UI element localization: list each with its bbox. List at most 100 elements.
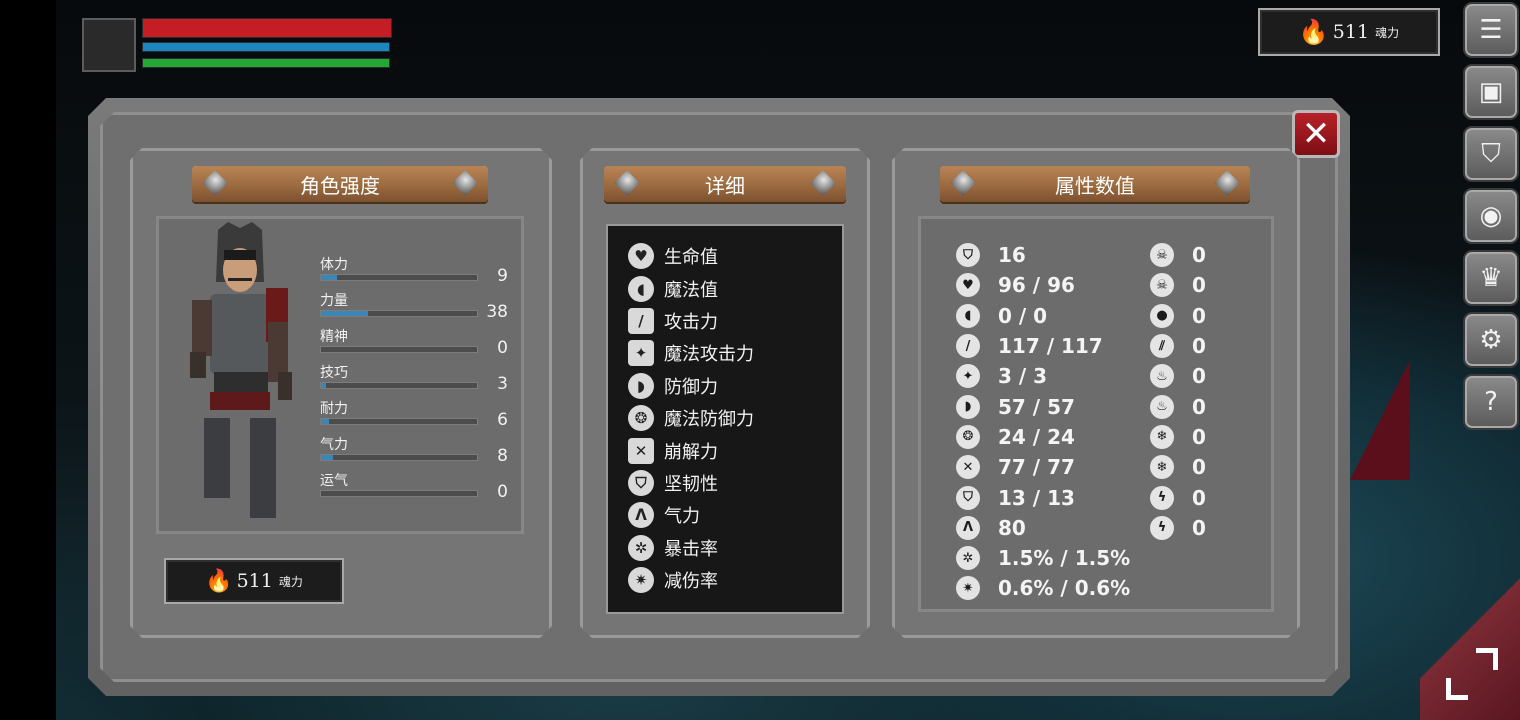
equipment-button[interactable]: ⛉ <box>1463 126 1519 182</box>
attribute-value: 1.5% / 1.5% <box>998 546 1131 571</box>
settings-button[interactable]: ⚙ <box>1463 312 1519 368</box>
stat-bar <box>320 274 478 281</box>
stat-label: 精神 <box>320 329 348 345</box>
rivet-icon <box>950 170 976 196</box>
rivet-icon <box>1214 170 1240 196</box>
detail-label: 生命值 <box>664 247 718 269</box>
shield-icon: ◗ <box>628 372 654 399</box>
strength-title: 角色强度 <box>300 173 380 198</box>
detail-label: 防御力 <box>664 376 718 398</box>
attribute-value: 0 <box>1192 364 1206 389</box>
stat-row: 力量 38 <box>320 290 510 322</box>
attribute-title: 属性数值 <box>1055 173 1135 198</box>
poison-skull-icon: ☠ <box>1150 243 1174 268</box>
stat-label: 气力 <box>320 437 348 453</box>
stamina-bar <box>142 58 390 68</box>
stat-row: 精神 0 <box>320 326 510 358</box>
stat-bar-fill <box>321 419 329 424</box>
stat-value: 9 <box>497 266 508 286</box>
attribute-value: 80 <box>998 515 1026 540</box>
rivet-icon <box>452 170 478 196</box>
screen-edge <box>0 0 56 720</box>
menu-list-button[interactable]: ☰ <box>1463 2 1519 58</box>
stat-bar <box>320 490 478 497</box>
stat-value: 0 <box>497 338 508 358</box>
detail-row: ◖ 魔法值 <box>628 272 842 304</box>
blood-drop-icon: ● <box>1150 303 1174 328</box>
stat-row: 耐力 6 <box>320 398 510 430</box>
attribute-row: / 117 / 117 <box>956 331 1146 361</box>
stat-label: 运气 <box>320 473 348 489</box>
attribute-row: ⫽ 0 <box>1150 331 1250 361</box>
stat-label: 体力 <box>320 257 348 273</box>
stat-bar-fill <box>321 275 337 280</box>
soul-counter: 🔥 511 魂力 <box>1258 8 1440 56</box>
head-icon: ◖ <box>628 275 654 302</box>
toughness-icon: ⛉ <box>956 485 980 510</box>
soul-value: 511 <box>1332 21 1370 43</box>
attribute-row: ᐱ 80 <box>956 513 1146 543</box>
helmet-icon: ⛉ <box>1481 138 1501 169</box>
attribute-row: ♨ 0 <box>1150 361 1250 391</box>
attribute-row: ♨ 0 <box>1150 391 1250 421</box>
stat-value: 3 <box>497 374 508 394</box>
fullscreen-icon <box>1476 648 1498 670</box>
detail-row: ⛉ 坚韧性 <box>628 467 842 499</box>
player-portrait <box>82 18 136 72</box>
attribute-value: 13 / 13 <box>998 485 1075 510</box>
break-icon: ✕ <box>956 455 980 480</box>
attribute-row: ✲ 1.5% / 1.5% <box>956 543 1146 573</box>
stat-row: 体力 9 <box>320 254 510 286</box>
rivet-icon <box>614 170 640 196</box>
detail-label: 魔法防御力 <box>664 409 754 431</box>
crown-button[interactable]: ♛ <box>1463 250 1519 306</box>
fire-icon: 🔥 <box>1298 18 1329 46</box>
stat-row: 气力 8 <box>320 434 510 466</box>
damage-reduction-icon: ✷ <box>956 576 980 601</box>
soul-value: 511 <box>236 570 273 592</box>
helmet-icon: ⛉ <box>956 243 980 268</box>
detail-title-plank: 详细 <box>604 166 846 202</box>
critical-icon: ✲ <box>628 534 654 561</box>
stat-bar <box>320 418 478 425</box>
fullscreen-icon <box>1446 678 1468 700</box>
scene-shard <box>1350 360 1410 480</box>
lightning-icon: ϟ <box>1150 485 1174 510</box>
detail-label: 魔法攻击力 <box>664 344 754 366</box>
detail-label: 减伤率 <box>664 571 718 593</box>
character-sheet-button[interactable]: ▣ <box>1463 64 1519 120</box>
attribute-row: ⛉ 13 / 13 <box>956 482 1146 512</box>
rune-icon: ◉ <box>1479 201 1503 231</box>
detail-row: ✕ 崩解力 <box>628 434 842 466</box>
rivet-icon <box>202 170 228 196</box>
gear-icon: ⚙ <box>1479 325 1503 355</box>
detail-row: ❂ 魔法防御力 <box>628 402 842 434</box>
detail-row: ᐱ 气力 <box>628 499 842 531</box>
attribute-value: 0 <box>1192 424 1206 449</box>
attribute-value: 0 <box>1192 455 1206 480</box>
shield-icon: ◗ <box>956 394 980 419</box>
health-bar <box>142 18 392 38</box>
attribute-row: ϟ0 <box>1150 513 1250 543</box>
stat-bar <box>320 310 478 317</box>
fullscreen-toggle-button[interactable] <box>1446 648 1504 704</box>
detail-label: 魔法值 <box>664 279 718 301</box>
fire-icon: ♨ <box>1150 364 1174 389</box>
stat-value: 38 <box>486 302 508 322</box>
close-button[interactable]: ✕ <box>1292 110 1340 158</box>
attribute-value: 0 / 0 <box>998 303 1048 328</box>
attribute-value: 0 <box>1192 273 1206 298</box>
magic-tome-icon: ✦ <box>956 364 980 389</box>
detail-label: 暴击率 <box>664 538 718 560</box>
attribute-value: 117 / 117 <box>998 334 1103 359</box>
help-button[interactable]: ? <box>1463 374 1519 430</box>
fire-icon: 🔥 <box>205 568 233 594</box>
strength-title-plank: 角色强度 <box>192 166 488 202</box>
detail-row: ✲ 暴击率 <box>628 532 842 564</box>
attribute-row: ✦ 3 / 3 <box>956 361 1146 391</box>
detail-label: 坚韧性 <box>664 473 718 495</box>
attribute-col-2: ☠ 0 ☠ 0 ● 0 ⫽ 0 ♨ 0 ♨ 0 ❄ 0 ❄ 0 ϟ0 ϟ0 <box>1150 240 1250 543</box>
attribute-value: 0 <box>1192 303 1206 328</box>
stat-row: 技巧 3 <box>320 362 510 394</box>
rune-button[interactable]: ◉ <box>1463 188 1519 244</box>
